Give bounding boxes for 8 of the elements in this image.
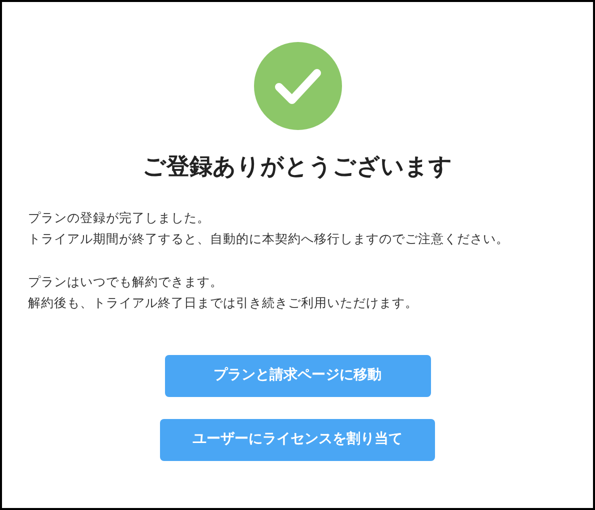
check-icon [254,42,342,130]
action-button[interactable]: ユーザーにライセンスを割り当て [160,418,435,460]
message-text: プランの登録が完了しました。 [28,208,211,226]
action-button[interactable]: プランと請求ページに移動 [164,354,430,396]
message-text: プランはいつでも解約できます。 [28,272,224,290]
title: ご登録ありがとうございます [142,153,452,182]
message-text: トライアル期間が終了すると、自動的に本契約へ移行しますのでご注意ください。 [28,230,510,248]
message-text: 解約後も、トライアル終了日までは引き続きご利用いただけます。 [28,294,419,312]
